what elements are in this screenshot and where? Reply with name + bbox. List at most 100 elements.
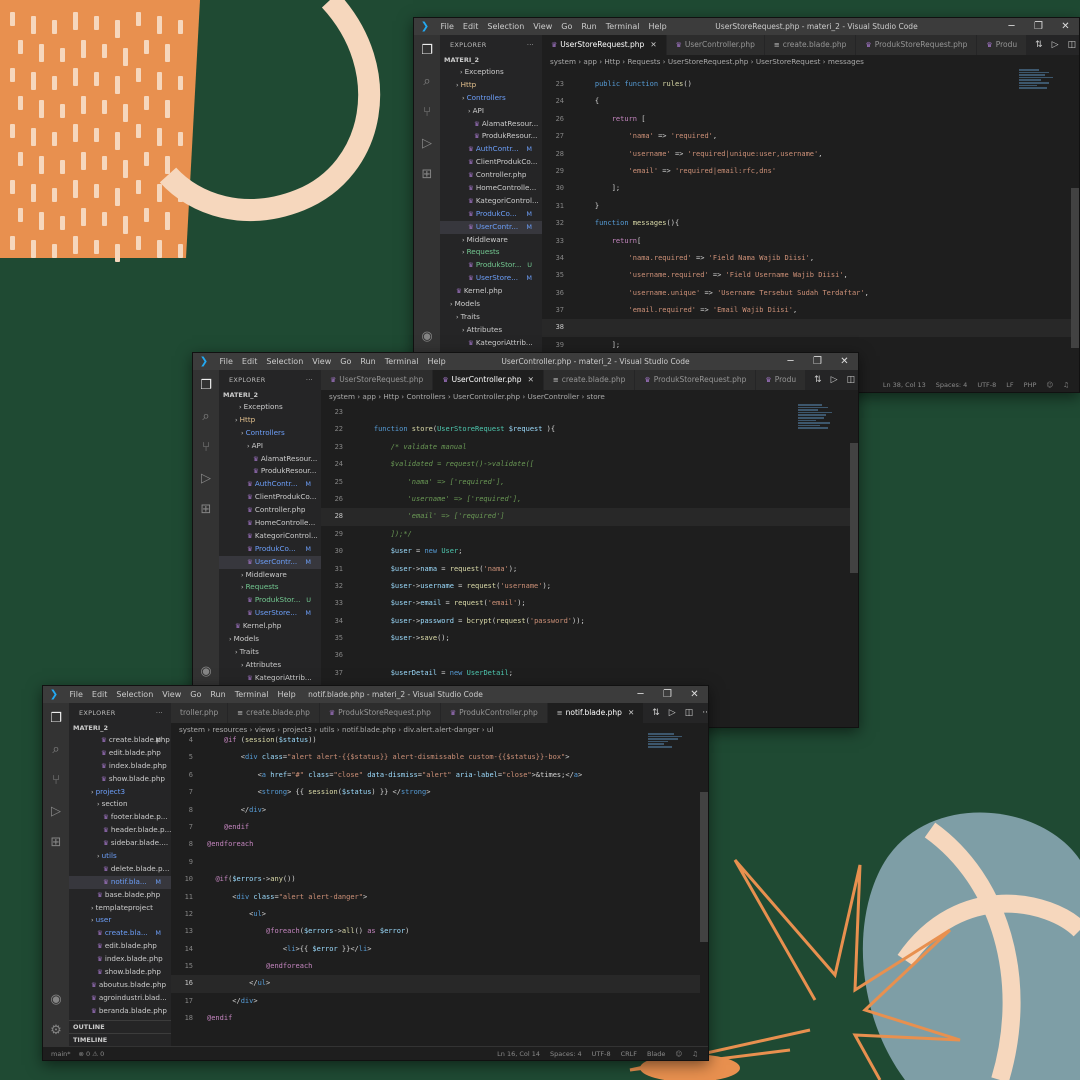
- tree-item[interactable]: › Controllers: [219, 427, 321, 440]
- menu-run[interactable]: Run: [577, 22, 601, 31]
- tree-item[interactable]: ♛ sidebar.blade....: [69, 837, 171, 850]
- tree-item[interactable]: ♛ edit.blade.php: [69, 747, 171, 760]
- tree-item[interactable]: ♛ AlamatResour...: [440, 118, 542, 131]
- minimap[interactable]: [798, 403, 844, 463]
- vertical-scrollbar[interactable]: [700, 732, 708, 1040]
- tree-item[interactable]: ♛ AlamatResour...: [219, 453, 321, 466]
- tab-produ[interactable]: ♛ Produ: [977, 35, 1028, 55]
- tree-item[interactable]: › Middleware: [440, 234, 542, 247]
- tree-item[interactable]: ♛ footer.blade.p...: [69, 811, 171, 824]
- menu-go[interactable]: Go: [186, 690, 206, 699]
- menu-file[interactable]: File: [215, 357, 237, 366]
- problems-count[interactable]: ⊗ 0 ⚠ 0: [79, 1050, 105, 1058]
- tree-item[interactable]: › templateproject: [69, 902, 171, 915]
- tree-item[interactable]: ♛ index.blade.php: [69, 953, 171, 966]
- menu-help[interactable]: Help: [423, 357, 450, 366]
- account-icon[interactable]: ◉: [50, 984, 61, 1015]
- tree-item[interactable]: ♛ show.blade.php: [69, 773, 171, 786]
- tab-usercontroller[interactable]: ♛ UserController.php ✕: [433, 370, 544, 390]
- source-control-icon[interactable]: ⑂: [52, 765, 60, 796]
- menu-view[interactable]: View: [158, 690, 186, 699]
- more-icon[interactable]: ···: [702, 703, 708, 723]
- indentation[interactable]: Spaces: 4: [936, 381, 968, 389]
- tree-item[interactable]: › API: [219, 440, 321, 453]
- tree-item[interactable]: › Http: [219, 414, 321, 427]
- tab-produkstorerequest[interactable]: ♛ ProdukStoreRequest.php: [635, 370, 757, 390]
- git-branch[interactable]: main*: [51, 1050, 71, 1058]
- tab-close-icon[interactable]: ✕: [628, 703, 634, 723]
- explorer-icon[interactable]: ❐: [50, 703, 62, 734]
- tree-item[interactable]: ♛ ClientProdukCo...: [440, 156, 542, 169]
- tree-item[interactable]: ♛ KategoriControl...: [219, 530, 321, 543]
- restore-icon[interactable]: ❐: [654, 686, 681, 703]
- tree-item[interactable]: › project3: [69, 786, 171, 799]
- close-icon[interactable]: ✕: [681, 686, 708, 703]
- tree-item[interactable]: ♛ edit.blade.php: [69, 940, 171, 953]
- run-icon[interactable]: ▷: [831, 370, 838, 390]
- tree-item[interactable]: › Models: [440, 298, 542, 311]
- tree-item[interactable]: ♛ KategoriAttrib...: [219, 672, 321, 685]
- close-icon[interactable]: ✕: [1052, 18, 1079, 35]
- tree-item[interactable]: ♛ ProdukCo... M: [219, 543, 321, 556]
- tab-produkstorerequest[interactable]: ♛ ProdukStoreRequest.php: [856, 35, 978, 55]
- run-debug-icon[interactable]: ▷: [422, 128, 432, 159]
- tree-item[interactable]: ♛ AuthContr... M: [219, 478, 321, 491]
- menu-edit[interactable]: Edit: [458, 22, 483, 31]
- tab-userstorerequest[interactable]: ♛ UserStoreRequest.php: [321, 370, 434, 390]
- run-debug-icon[interactable]: ▷: [201, 463, 211, 494]
- tree-item[interactable]: ♛ UserContr... M: [219, 555, 321, 569]
- menu-selection[interactable]: Selection: [112, 690, 158, 699]
- indentation[interactable]: Spaces: 4: [550, 1050, 582, 1058]
- tree-item[interactable]: ♛ aboutus.blade.php: [69, 979, 171, 992]
- tree-item[interactable]: › utils: [69, 850, 171, 863]
- menu-edit[interactable]: Edit: [87, 690, 112, 699]
- menu-selection[interactable]: Selection: [483, 22, 529, 31]
- split-editor-icon[interactable]: ◫: [847, 370, 856, 390]
- extensions-icon[interactable]: ⊞: [51, 827, 62, 858]
- workspace-root[interactable]: MATERI_2: [69, 723, 171, 734]
- tree-item[interactable]: ♛ ProdukResour...: [219, 465, 321, 478]
- tree-item[interactable]: ♛ UserStore... M: [440, 272, 542, 285]
- cursor-position[interactable]: Ln 16, Col 14: [497, 1050, 540, 1058]
- bell-icon[interactable]: ♫: [692, 1050, 698, 1058]
- language-mode[interactable]: Blade: [647, 1050, 665, 1058]
- tab-close-icon[interactable]: ✕: [528, 370, 534, 390]
- menu-file[interactable]: File: [65, 690, 87, 699]
- minimap[interactable]: [1019, 68, 1065, 128]
- tree-item[interactable]: ♛ create.blade.php M: [69, 734, 171, 747]
- tree-item[interactable]: ♛ header.blade.p...: [69, 824, 171, 837]
- tab-troller[interactable]: troller.php: [171, 703, 229, 723]
- tab-create-blade[interactable]: ≡ create.blade.php: [764, 35, 857, 55]
- tree-item[interactable]: ♛ ProdukStor... U: [219, 594, 321, 607]
- tree-item[interactable]: ♛ agroindustri.blad...: [69, 992, 171, 1005]
- search-icon[interactable]: ⌕: [52, 734, 59, 765]
- search-icon[interactable]: ⌕: [202, 401, 209, 432]
- menu-help[interactable]: Help: [644, 22, 671, 31]
- tree-item[interactable]: › Http: [440, 79, 542, 92]
- more-actions-icon[interactable]: ···: [527, 35, 534, 55]
- settings-gear-icon[interactable]: ⚙: [50, 1015, 62, 1046]
- tree-item[interactable]: ♛ KategoriControl...: [440, 195, 542, 208]
- tree-item[interactable]: › Models: [219, 633, 321, 646]
- restore-icon[interactable]: ❐: [804, 353, 831, 370]
- split-editor-icon[interactable]: ◫: [685, 703, 694, 723]
- explorer-icon[interactable]: ❐: [421, 35, 433, 66]
- tree-item[interactable]: ♛ index.blade.php: [69, 760, 171, 773]
- tree-item[interactable]: ♛ delete.blade.p...: [69, 863, 171, 876]
- vertical-scrollbar[interactable]: [1071, 68, 1079, 372]
- menu-view[interactable]: View: [308, 357, 336, 366]
- tree-item[interactable]: ♛ notif.bla... M: [69, 875, 171, 889]
- feedback-icon[interactable]: ☺: [675, 1050, 682, 1058]
- breadcrumb[interactable]: system › app › Http › Requests › UserSto…: [542, 55, 1079, 68]
- tab-create-blade[interactable]: ≡ create.blade.php: [543, 370, 636, 390]
- bell-icon[interactable]: ♫: [1063, 381, 1069, 389]
- menu-help[interactable]: Help: [273, 690, 300, 699]
- minimap[interactable]: [648, 732, 694, 792]
- tree-item[interactable]: ♛ base.blade.php: [69, 889, 171, 902]
- tab-produkcontroller[interactable]: ♛ ProdukController.php: [440, 703, 548, 723]
- tree-item[interactable]: › API: [440, 105, 542, 118]
- tree-item[interactable]: › user: [69, 914, 171, 927]
- tree-item[interactable]: ♛ UserStore... M: [219, 607, 321, 620]
- tree-item[interactable]: › Exceptions: [440, 66, 542, 79]
- tree-item[interactable]: › Traits: [440, 311, 542, 324]
